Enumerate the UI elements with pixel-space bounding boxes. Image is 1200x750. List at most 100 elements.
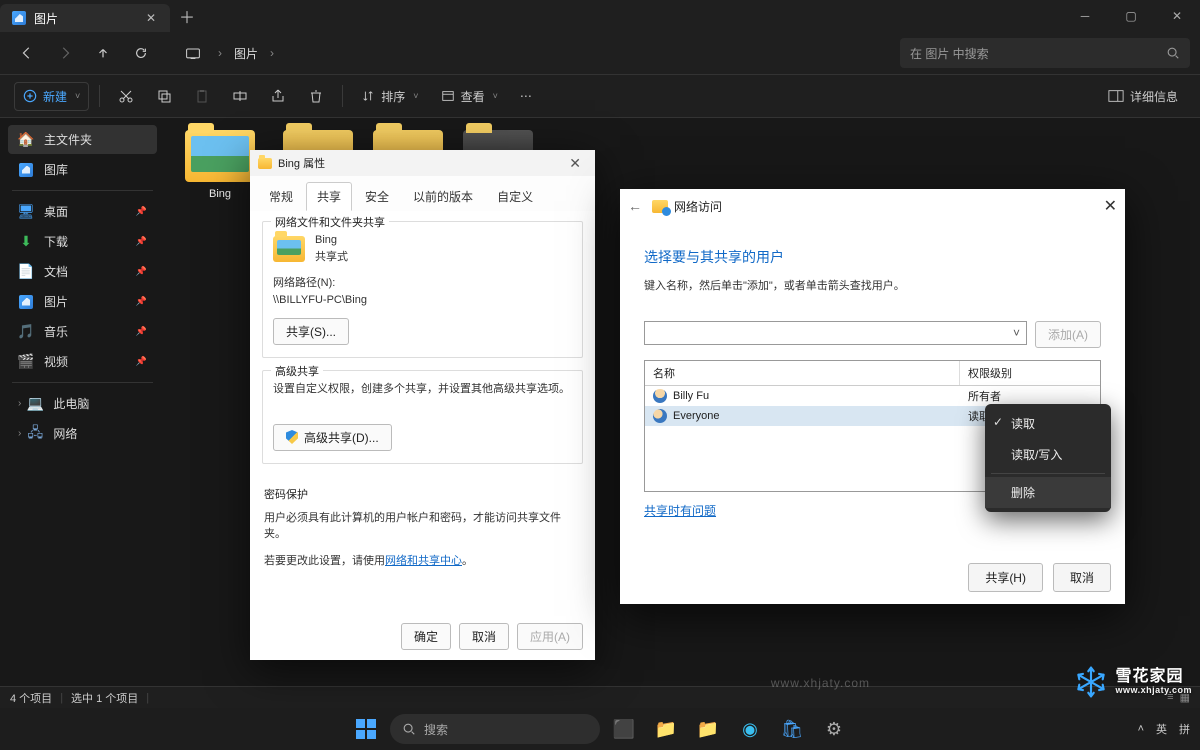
chevron-icon: › bbox=[270, 46, 274, 60]
tab-general[interactable]: 常规 bbox=[258, 182, 304, 211]
start-button[interactable] bbox=[348, 711, 384, 747]
close-tab-icon[interactable]: ✕ bbox=[144, 11, 158, 25]
forward-button[interactable] bbox=[48, 37, 82, 69]
tab-share[interactable]: 共享 bbox=[306, 182, 352, 211]
up-button[interactable] bbox=[86, 37, 120, 69]
tab-pictures[interactable]: 图片 ✕ bbox=[0, 4, 170, 32]
menu-item-read[interactable]: 读取 bbox=[985, 408, 1111, 439]
col-name[interactable]: 名称 bbox=[645, 361, 960, 385]
refresh-button[interactable] bbox=[124, 37, 158, 69]
taskbar-app[interactable]: 📁 bbox=[690, 711, 726, 747]
more-button[interactable]: ⋯ bbox=[512, 84, 540, 108]
sidebar-item-downloads[interactable]: ⬇下载📌 bbox=[8, 227, 157, 256]
apply-button[interactable]: 应用(A) bbox=[517, 623, 583, 650]
share-button[interactable]: 共享(S)... bbox=[273, 318, 349, 345]
breadcrumb-pictures[interactable]: 图片 bbox=[230, 45, 262, 62]
tab-custom[interactable]: 自定义 bbox=[486, 182, 544, 211]
taskbar-app[interactable]: 📁 bbox=[648, 711, 684, 747]
sidebar-item-thispc[interactable]: ›💻此电脑 bbox=[8, 389, 157, 418]
taskbar-search[interactable]: 搜索 bbox=[390, 714, 600, 744]
permission-context-menu: 读取 读取/写入 删除 bbox=[985, 404, 1111, 512]
chevron-right-icon: › bbox=[18, 398, 21, 409]
sidebar-item-network[interactable]: ›🖧网络 bbox=[8, 419, 157, 448]
sidebar-item-home[interactable]: 🏠主文件夹 bbox=[8, 125, 157, 154]
share-button[interactable]: 共享(H) bbox=[968, 563, 1043, 592]
music-icon: 🎵 bbox=[18, 324, 34, 340]
col-permission[interactable]: 权限级别 bbox=[960, 361, 1100, 385]
dialog-body: 网络文件和文件夹共享 Bing共享式 网络路径(N): \\BILLYFU-PC… bbox=[250, 211, 595, 603]
fieldset-password: 密码保护 用户必须具有此计算机的用户帐户和密码，才能访问共享文件夹。 若要更改此… bbox=[262, 476, 583, 582]
trouble-link[interactable]: 共享时有问题 bbox=[644, 504, 716, 518]
sidebar-item-desktop[interactable]: 🖥桌面📌 bbox=[8, 197, 157, 226]
search-placeholder: 在 图片 中搜索 bbox=[910, 45, 989, 62]
dialog-titlebar[interactable]: ← 网络访问 ✕ bbox=[620, 189, 1125, 223]
taskbar-settings[interactable]: ⚙ bbox=[816, 711, 852, 747]
paste-button[interactable] bbox=[186, 83, 218, 109]
window-controls: ─ ▢ ✕ bbox=[1062, 0, 1200, 32]
minimize-button[interactable]: ─ bbox=[1062, 0, 1108, 32]
dialog-network-access: ← 网络访问 ✕ 选择要与其共享的用户 键入名称，然后单击"添加"，或者单击箭头… bbox=[620, 189, 1125, 604]
location-icon[interactable] bbox=[176, 37, 210, 69]
new-button[interactable]: 新建˅ bbox=[14, 82, 89, 111]
view-button[interactable]: 查看˅ bbox=[433, 83, 506, 110]
search-input[interactable]: 在 图片 中搜索 bbox=[900, 38, 1190, 68]
dialog-footer: 确定 取消 应用(A) bbox=[401, 623, 583, 650]
status-count: 4 个项目 bbox=[10, 690, 52, 706]
desktop-icon: 🖥 bbox=[18, 204, 34, 220]
back-button[interactable] bbox=[10, 37, 44, 69]
gallery-icon bbox=[18, 162, 34, 178]
menu-item-readwrite[interactable]: 读取/写入 bbox=[985, 439, 1111, 470]
cancel-button[interactable]: 取消 bbox=[459, 623, 509, 650]
sort-button[interactable]: 排序˅ bbox=[353, 83, 426, 110]
list-row[interactable]: Billy Fu 所有者 bbox=[645, 386, 1100, 406]
sidebar-item-gallery[interactable]: 图库 bbox=[8, 155, 157, 184]
ime-lang[interactable]: 英 bbox=[1156, 721, 1167, 737]
taskbar: 搜索 ⬛ 📁 📁 ◉ 🛍 ⚙ ˄ 英 拼 bbox=[0, 708, 1200, 750]
search-icon bbox=[1166, 46, 1180, 60]
taskbar-tray[interactable]: ˄ 英 拼 bbox=[1138, 721, 1190, 737]
user-combobox[interactable]: ˅ bbox=[644, 321, 1027, 345]
pictures-icon bbox=[12, 11, 26, 25]
taskbar-edge[interactable]: ◉ bbox=[732, 711, 768, 747]
menu-item-remove[interactable]: 删除 bbox=[985, 477, 1111, 508]
network-center-link[interactable]: 网络和共享中心 bbox=[385, 555, 462, 567]
network-path-label: 网络路径(N): bbox=[273, 275, 572, 292]
rename-button[interactable] bbox=[224, 83, 256, 109]
close-button[interactable]: ✕ bbox=[1154, 0, 1200, 32]
tab-security[interactable]: 安全 bbox=[354, 182, 400, 211]
dialog-title: Bing 属性 bbox=[278, 155, 325, 171]
close-icon[interactable]: ✕ bbox=[1104, 196, 1117, 216]
sidebar-item-documents[interactable]: 📄文档📌 bbox=[8, 257, 157, 286]
details-pane-button[interactable]: 详细信息 bbox=[1100, 83, 1186, 110]
close-icon[interactable]: ✕ bbox=[563, 155, 587, 172]
tab-previous[interactable]: 以前的版本 bbox=[402, 182, 484, 211]
ok-button[interactable]: 确定 bbox=[401, 623, 451, 650]
add-button[interactable]: 添加(A) bbox=[1035, 321, 1101, 348]
sidebar-item-pictures[interactable]: 图片📌 bbox=[8, 287, 157, 316]
windows-icon bbox=[356, 719, 376, 739]
new-tab-button[interactable]: ＋ bbox=[170, 0, 204, 32]
delete-button[interactable] bbox=[300, 83, 332, 109]
dialog-properties: Bing 属性 ✕ 常规 共享 安全 以前的版本 自定义 网络文件和文件夹共享 … bbox=[250, 150, 595, 660]
pc-icon: 💻 bbox=[27, 396, 43, 412]
advanced-share-button[interactable]: 高级共享(D)... bbox=[273, 424, 392, 451]
pin-icon: 📌 bbox=[136, 326, 147, 337]
copy-button[interactable] bbox=[148, 83, 180, 109]
taskbar-store[interactable]: 🛍 bbox=[774, 711, 810, 747]
back-icon[interactable]: ← bbox=[628, 198, 642, 214]
pin-icon: 📌 bbox=[136, 296, 147, 307]
chevron-down-icon: ˅ bbox=[1013, 326, 1020, 340]
ime-mode[interactable]: 拼 bbox=[1179, 721, 1190, 737]
task-view-button[interactable]: ⬛ bbox=[606, 711, 642, 747]
maximize-button[interactable]: ▢ bbox=[1108, 0, 1154, 32]
cancel-button[interactable]: 取消 bbox=[1053, 563, 1111, 592]
cut-button[interactable] bbox=[110, 83, 142, 109]
sidebar-item-music[interactable]: 🎵音乐📌 bbox=[8, 317, 157, 346]
share-button[interactable] bbox=[262, 83, 294, 109]
chevron-up-icon[interactable]: ˄ bbox=[1138, 723, 1144, 735]
dialog-titlebar[interactable]: Bing 属性 ✕ bbox=[250, 150, 595, 176]
sidebar-item-videos[interactable]: 🎬视频📌 bbox=[8, 347, 157, 376]
dialog-footer: 共享(H) 取消 bbox=[968, 563, 1111, 592]
heading: 选择要与其共享的用户 bbox=[644, 247, 1101, 267]
status-bar: 4 个项目 | 选中 1 个项目 | ≡ ▦ bbox=[0, 686, 1200, 708]
